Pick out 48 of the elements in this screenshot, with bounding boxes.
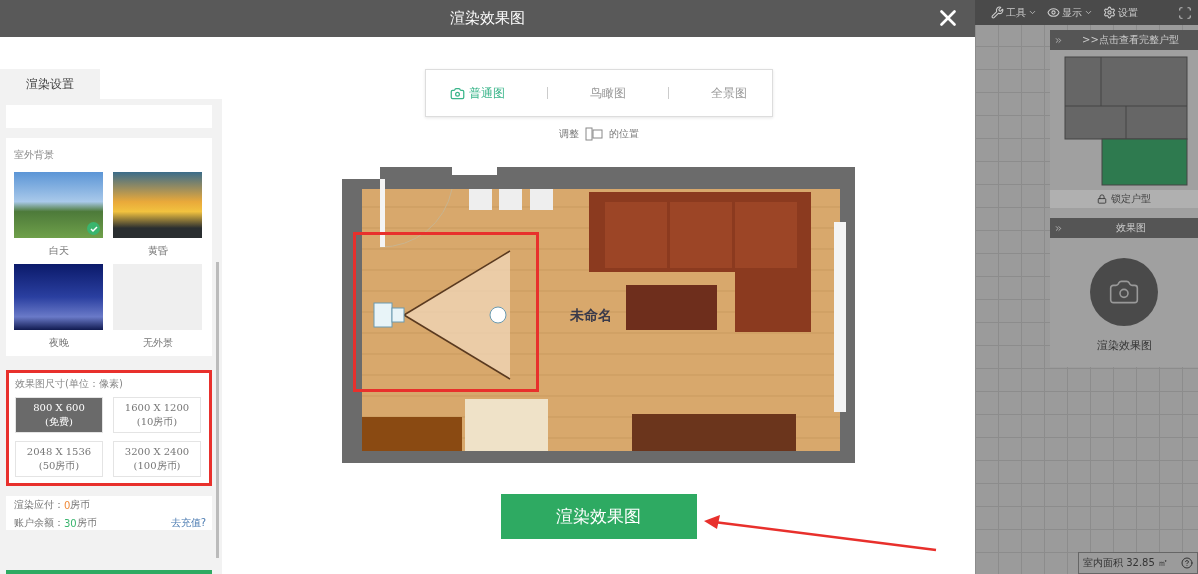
background-label: 黄昏 <box>147 244 168 258</box>
toolbar-button[interactable]: 设置 <box>1103 5 1138 20</box>
balance-label: 账户余额： <box>14 516 64 530</box>
room-label: 未命名 <box>570 307 612 325</box>
scrollbar[interactable] <box>216 262 219 558</box>
help-icon[interactable] <box>1181 557 1193 569</box>
render-label: 渲染效果图 <box>1096 338 1152 353</box>
recharge-link[interactable]: 去充值? <box>170 516 206 530</box>
hint-text: 的位置 <box>608 127 639 141</box>
caret-icon <box>1028 8 1037 17</box>
settings-icon <box>1103 6 1116 19</box>
area-text: 室内面积 32.85 ㎡ <box>1083 556 1168 570</box>
view-tab[interactable]: 普通图 <box>443 83 511 103</box>
settings-tab[interactable]: 渲染设置 <box>0 69 100 99</box>
size-option[interactable]: 3200 X 2400 (100房币) <box>113 441 201 477</box>
balance-unit: 房币 <box>76 516 97 530</box>
size-option[interactable]: 2048 X 1536 (50房币) <box>15 441 103 477</box>
toolbar-button[interactable]: 工具 <box>991 5 1037 20</box>
section-title: 效果图尺寸(单位：像素) <box>15 377 124 391</box>
tools-icon <box>991 6 1004 19</box>
toolbar-button[interactable]: 显示 <box>1047 5 1093 20</box>
eye-icon <box>1047 6 1060 19</box>
caret-icon <box>1084 8 1093 17</box>
collapse-icon[interactable] <box>1054 223 1063 233</box>
view-tab[interactable]: 全景图 <box>705 83 754 103</box>
background-thumbnail[interactable] <box>14 172 103 238</box>
cost-unit: 房币 <box>70 498 91 512</box>
view-tab[interactable]: 鸟瞰图 <box>583 83 632 103</box>
cost-amount: 0 <box>64 499 71 511</box>
render-button[interactable]: 渲染效果图 <box>500 494 697 539</box>
dialog-title: 渲染效果图 <box>450 9 525 28</box>
hint-text: 调整 <box>558 127 579 141</box>
section-title: 室外背景 <box>14 148 55 162</box>
check-icon <box>87 222 100 235</box>
collapse-icon[interactable] <box>1054 35 1063 45</box>
cost-label: 渲染应付： <box>14 498 64 512</box>
lock-icon[interactable] <box>1097 194 1107 204</box>
size-option[interactable]: 1600 X 1200 (10房币) <box>113 397 201 433</box>
balance-amount: 30 <box>64 517 77 529</box>
size-option[interactable]: 800 X 600 (免费) <box>15 397 103 433</box>
background-thumbnail[interactable] <box>14 264 103 330</box>
background-thumbnail[interactable] <box>113 172 202 238</box>
fullscreen-icon[interactable] <box>1178 5 1192 20</box>
panel-header-text: 效果图 <box>1114 221 1147 235</box>
background-label: 白天 <box>48 244 69 258</box>
background-label: 无外景 <box>142 336 173 350</box>
background-label: 夜晚 <box>48 336 69 350</box>
panel-header-text[interactable]: >>点击查看完整户型 <box>1067 33 1194 47</box>
